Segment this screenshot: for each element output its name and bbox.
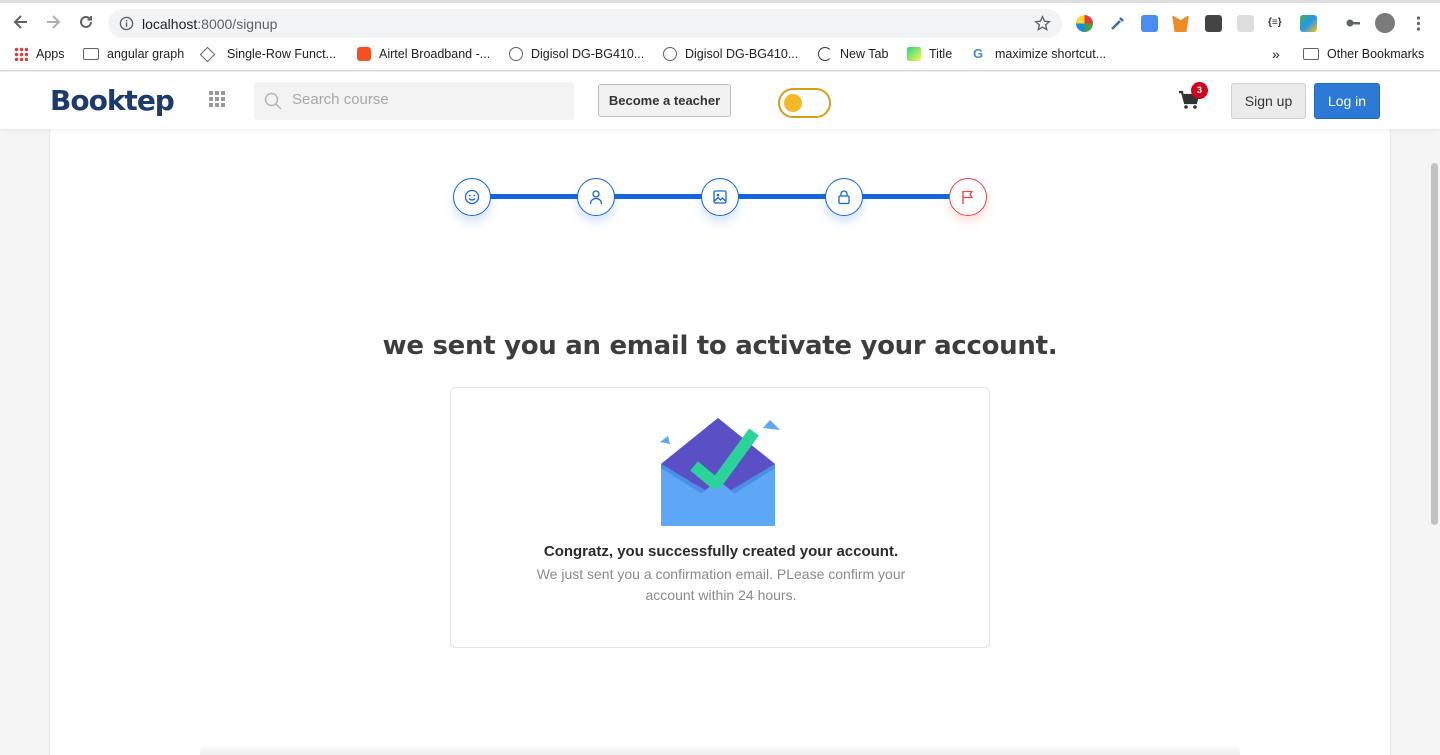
bookmark-maximize[interactable]: Gmaximize shortcut... [973, 45, 1106, 63]
footer-edge [200, 745, 1240, 755]
site-logo[interactable]: Booktep [50, 84, 175, 117]
step-password [825, 178, 863, 216]
search-input[interactable] [292, 91, 562, 108]
step-welcome [453, 178, 491, 216]
back-button[interactable] [11, 12, 31, 32]
metamask-icon[interactable] [1172, 15, 1189, 32]
bookmark-new-tab[interactable]: New Tab [818, 45, 888, 63]
extension-note-icon[interactable] [1237, 15, 1254, 32]
confirmation-card: Congratz, you successfully created your … [450, 387, 990, 648]
apps-grid-icon[interactable] [209, 91, 225, 107]
url-text: localhost:8000/signup [142, 16, 277, 32]
bookmark-label: Digisol DG-BG410... [685, 47, 799, 61]
cart-count-badge: 3 [1191, 82, 1208, 99]
bookmark-airtel[interactable]: Airtel Broadband -... [357, 45, 490, 63]
info-icon [119, 16, 134, 31]
other-bookmarks[interactable]: Other Bookmarks [1303, 45, 1424, 63]
theme-toggle[interactable] [778, 88, 831, 118]
profile-avatar[interactable] [1375, 13, 1395, 33]
become-teacher-button[interactable]: Become a teacher [598, 84, 731, 117]
card-title: Congratz, you successfully created your … [543, 543, 899, 560]
smiley-icon [464, 189, 480, 205]
app-header: Booktep Become a teacher 3 Sign up Log i… [0, 72, 1440, 129]
google-icon: G [973, 46, 984, 61]
address-bar[interactable]: localhost:8000/signup [108, 9, 1062, 38]
step-photo [701, 178, 739, 216]
json-extension-icon[interactable]: {≡} [1268, 17, 1285, 34]
extension-blue-icon[interactable] [1141, 15, 1158, 32]
bookmark-label: New Tab [840, 47, 889, 61]
back-arrow-icon [13, 15, 27, 29]
bookmark-apps[interactable]: Apps [14, 45, 65, 63]
antenna-icon [509, 47, 523, 61]
folder-icon [1303, 48, 1319, 60]
user-icon [589, 190, 603, 205]
page-heading: we sent you an email to activate your ac… [382, 331, 1058, 361]
bookmark-title[interactable]: Title [907, 45, 952, 63]
bookmark-label: angular graph [107, 47, 185, 61]
search-bar [254, 82, 574, 120]
image-icon [713, 190, 727, 204]
sun-icon [784, 94, 802, 112]
eyedropper-icon[interactable] [1109, 15, 1126, 32]
apps-grid-icon [14, 47, 28, 61]
blogger-icon [357, 47, 371, 61]
pycharm-icon [907, 47, 921, 61]
antenna-icon [663, 47, 677, 61]
bookmark-label: Digisol DG-BG410... [531, 47, 645, 61]
envelope-check-illustration [660, 418, 780, 526]
star-icon[interactable] [1034, 15, 1051, 32]
step-finish [949, 178, 987, 216]
bookmark-single-row[interactable]: Single-Row Funct... [199, 45, 337, 63]
diamond-icon [199, 46, 216, 62]
bookmark-label: Apps [36, 47, 65, 61]
bookmark-digisol-1[interactable]: Digisol DG-BG410... [509, 45, 644, 63]
bookmark-label: Single-Row Funct... [227, 47, 337, 61]
url-host: localhost [142, 16, 198, 32]
bookmark-label: Title [929, 47, 953, 61]
browser-toolbar: localhost:8000/signup {≡} [0, 0, 1440, 41]
refresh-circle-icon [818, 47, 832, 61]
more-bookmarks-button[interactable]: » [1272, 45, 1280, 63]
bookmark-digisol-2[interactable]: Digisol DG-BG410... [663, 45, 798, 63]
login-button[interactable]: Log in [1314, 83, 1380, 119]
extension-dark-icon[interactable] [1205, 15, 1222, 32]
page-scrollbar[interactable] [1428, 129, 1440, 755]
bookmark-angular-graph[interactable]: angular graph [83, 45, 184, 63]
lock-icon [838, 190, 850, 205]
flag-icon [962, 190, 974, 204]
search-icon [264, 92, 282, 110]
reload-icon [80, 15, 92, 28]
bookmark-label: maximize shortcut... [995, 47, 1107, 61]
url-path: :8000/signup [197, 16, 278, 32]
reload-button[interactable] [76, 12, 96, 32]
forward-arrow-icon [47, 15, 61, 29]
step-profile [577, 178, 615, 216]
bookmarks-bar: Apps angular graph Single-Row Funct... A… [0, 41, 1440, 71]
bookmark-label: Airtel Broadband -... [379, 47, 491, 61]
key-icon[interactable] [1345, 15, 1362, 32]
folder-icon [83, 48, 99, 60]
extension-image-icon[interactable] [1300, 15, 1317, 32]
forward-button[interactable] [43, 12, 63, 32]
signup-button[interactable]: Sign up [1231, 83, 1306, 119]
bookmark-label: Other Bookmarks [1327, 47, 1425, 61]
extension-chrome-icon[interactable] [1076, 15, 1093, 32]
card-text: We just sent you a confirmation email. P… [536, 566, 906, 603]
menu-kebab-icon[interactable] [1410, 15, 1427, 32]
